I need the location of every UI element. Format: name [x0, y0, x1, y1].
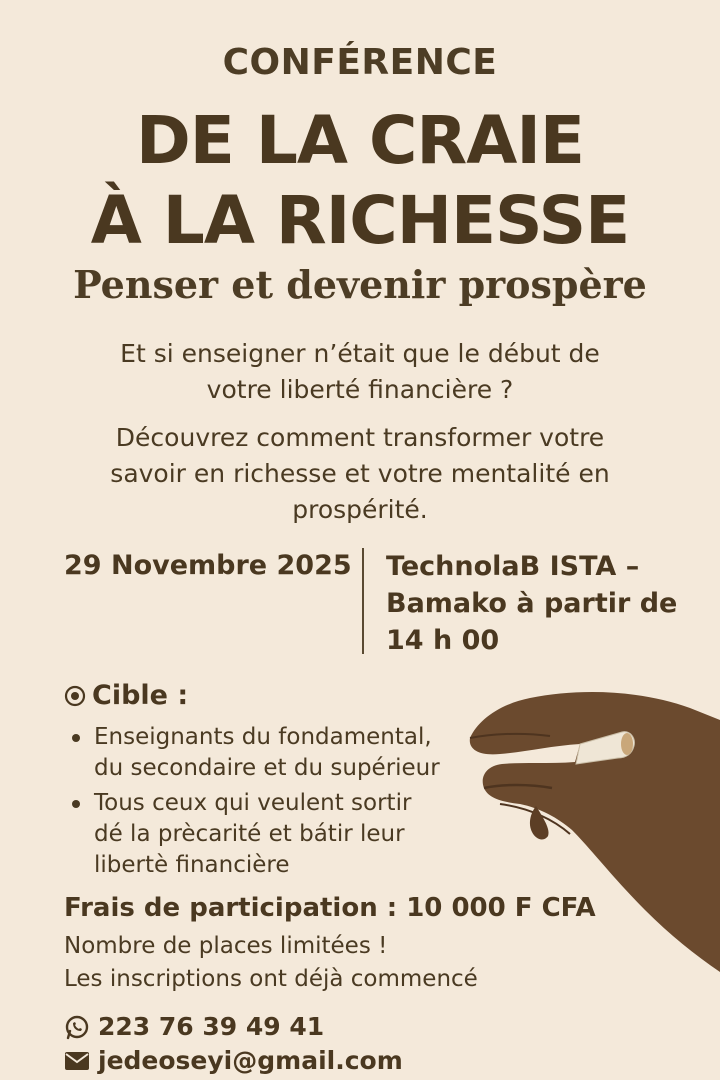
envelope-icon [65, 1051, 89, 1070]
whatsapp-icon [65, 1015, 89, 1039]
list-item: Enseignants du fondamental, du secondair… [72, 722, 440, 784]
title-line-1: DE LA CRAIE [136, 102, 585, 179]
hand-holding-chalk-illustration [469, 692, 720, 972]
target-icon [64, 685, 86, 706]
registration-note-line-1: Nombre de places limitées ! [64, 933, 388, 959]
event-date: 29 Novembre 2025 [64, 550, 352, 581]
bullet-dot [72, 800, 80, 808]
contact-phone: 223 76 39 49 41 [64, 1012, 324, 1041]
participation-fee: Frais de participation : 10 000 F CFA [64, 893, 596, 923]
intro-description-line-1: Découvrez comment transformer votre [115, 423, 605, 452]
registration-note: Nombre de places limitées ! Les inscript… [64, 930, 478, 996]
phone-number[interactable]: 223 76 39 49 41 [98, 1012, 324, 1041]
list-item-line: libertè financière [94, 852, 290, 878]
divider [362, 548, 364, 654]
event-type-label: CONFÉRENCE [222, 42, 498, 83]
event-venue: TechnolaB ISTA – Bamako à partir de 14 h… [386, 548, 677, 659]
target-heading-label: Cible : [92, 680, 189, 711]
list-item-line: Tous ceux qui veulent sortir [94, 790, 412, 816]
intro-question-line-2: votre liberté financière ? [206, 375, 514, 404]
list-item-line: du secondaire et du supérieur [94, 755, 440, 781]
email-address[interactable]: jedeoseyi@gmail.com [98, 1046, 403, 1075]
registration-note-line-2: Les inscriptions ont déjà commencé [64, 966, 478, 992]
intro-description: Découvrez comment transformer votre savo… [0, 420, 720, 528]
contact-email: jedeoseyi@gmail.com [64, 1046, 403, 1075]
venue-line-2: Bamako à partir de [386, 588, 678, 619]
bullet-dot [72, 734, 80, 742]
intro-question-line-1: Et si enseigner n’était que le début de [120, 339, 600, 368]
list-item: Tous ceux qui veulent sortir dé la prèca… [72, 788, 411, 881]
intro-description-line-3: prospérité. [292, 495, 428, 524]
target-heading: Cible : [64, 680, 188, 711]
list-item-line: dé la prècarité et bátir leur [94, 821, 405, 847]
title-line-2: À LA RICHESSE [90, 182, 631, 259]
list-item-line: Enseignants du fondamental, [94, 724, 432, 750]
intro-description-line-2: savoir en richesse et votre mentalité en [110, 459, 610, 488]
intro-question: Et si enseigner n’était que le début de … [0, 336, 720, 408]
venue-line-3: 14 h 00 [386, 625, 500, 656]
subtitle: Penser et devenir prospère [73, 262, 647, 307]
venue-line-1: TechnolaB ISTA – [386, 551, 640, 582]
